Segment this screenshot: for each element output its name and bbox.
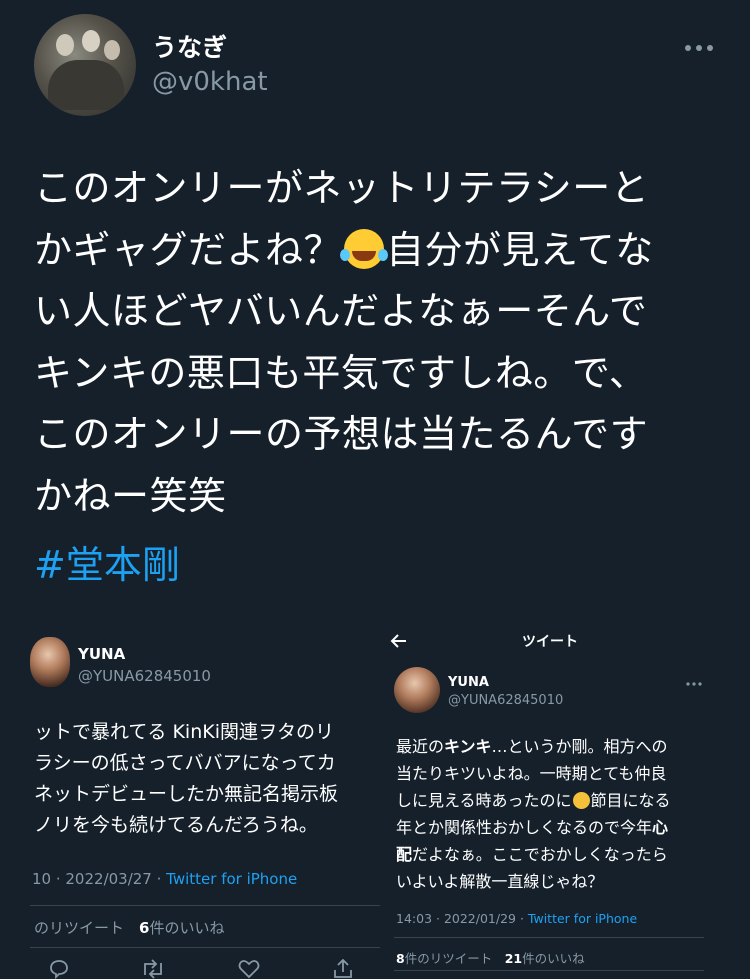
likes-label: 件のいいね [149,919,225,937]
handle-label: @YUNA62845010 [78,667,211,685]
hashtag-link[interactable]: #堂本剛 [34,534,180,589]
divider [30,905,380,906]
text-bold: 配 [396,845,413,864]
quoted-line: ラシーの低さってババアになってカ [34,752,336,774]
retweets-count: 8 [396,951,405,966]
avatar[interactable] [34,14,136,116]
quoted-text: ットで暴れてる KinKi関連ヲタのリ ラシーの低さってババアになってカ ネット… [34,717,338,841]
avatar-figure [82,30,100,52]
tweet-line: かギャグだよね？ 自分が見えてな [34,220,724,282]
quoted-line: いよいよ解散一直線じゃね？ [396,872,604,891]
likes-count: 6 [139,919,150,937]
face-with-tears-of-joy-icon [340,228,385,269]
user-handle[interactable]: @v0khat [152,67,268,97]
quoted-line: しに見える時あったのに 節目になる [396,787,671,814]
stats-line: のリツイート 6件のいいね [34,917,224,938]
tweet-line: このオンリーがネットリテラシーと [34,166,650,210]
quoted-line: ネットデビューしたか無記名掲示板 [34,783,339,805]
text-part: しに見える時あったのに [396,791,572,810]
tweet-line-part: かギャグだよね？ [34,227,343,272]
name-label: YUNA [448,675,489,690]
quoted-text: 最近のキンキ…というか剛。相方への 当たりキツいよね。一時期とても仲良 しに見え… [396,733,671,895]
back-arrow-icon [390,634,406,648]
handle-label: @YUNA62845010 [448,693,564,708]
avatar-figure [56,34,74,56]
meta-line: 10 · 2022/03/27 · Twitter for iPhone [32,870,297,888]
likes-label: 件のいいね [522,951,585,966]
text-bold: キンキ [444,737,492,756]
tweet-line: かねー笑笑 [34,473,227,518]
divider [30,947,380,948]
like-icon [238,960,260,979]
likes-count: 21 [504,951,523,966]
attached-image-left[interactable]: YUNA @YUNA62845010 ットで暴れてる KinKi関連ヲタのリ ラ… [0,615,380,979]
text-part: 最近の [396,737,445,756]
tweet-line: キンキの悪口も平気ですしね。で、 [34,350,648,395]
attached-image-right[interactable]: ツイート YUNA @YUNA62845010 最近のキンキ…というか剛。相方へ… [380,615,750,979]
retweet-icon [144,959,162,979]
divider [394,970,704,971]
tweet-line-part: 自分が見えてな [386,227,654,272]
header-title: ツイート [522,634,578,650]
text-part: だよなぁ。ここでおかしくなったら [412,845,668,864]
name-label: YUNA [78,645,126,663]
timestamp: 10 · 2022/03/27 · [32,870,167,888]
more-horizontal-icon[interactable] [684,30,714,60]
tweet-text: このオンリーがネットリテラシーと かギャグだよね？ 自分が見えてな い人ほどヤバい… [34,158,724,527]
text-part: 節目になる [590,791,671,810]
text-part: …というか剛。相方への [491,737,668,756]
reply-icon [50,960,68,979]
retweet-label: のリツイート [34,919,125,937]
more-horizontal-icon [686,682,702,686]
quoted-line: 年とか関係性おかしくなるので今年心 [396,814,671,841]
divider [394,937,704,938]
tweet-line: このオンリーの予想は当たるんです [34,412,649,456]
timestamp: 14:03 · 2022/01/29 · [396,911,528,926]
source-link: Twitter for iPhone [527,911,638,926]
quoted-line: ットで暴れてる KinKi関連ヲタのリ [34,721,334,743]
quoted-line: ノリを今も続けてるんだろうね。 [34,814,318,836]
quoted-line: 配だよなぁ。ここでおかしくなったら [396,841,671,868]
tweet-line: い人ほどヤバいんだよなぁーそんで [34,289,648,333]
retweets-label: 件のリツイート [404,951,493,966]
quoted-line: 当たりキツいよね。一時期とても仲良 [396,764,667,783]
share-icon [334,959,352,978]
avatar [30,637,70,687]
display-name[interactable]: うなぎ [152,28,227,64]
text-bold: 心 [652,818,669,837]
avatar-figure [104,40,120,60]
stats-line: 8件のリツイート 21件のいいね [396,948,585,967]
meta-line: 14:03 · 2022/01/29 · Twitter for iPhone [396,911,637,926]
thinking-face-icon [572,792,590,809]
text-part: 年とか関係性おかしくなるので今年 [396,818,653,837]
quoted-line: 最近のキンキ…というか剛。相方への [396,733,671,760]
avatar [394,667,440,713]
avatar-figure [48,60,124,110]
source-link: Twitter for iPhone [166,870,298,888]
